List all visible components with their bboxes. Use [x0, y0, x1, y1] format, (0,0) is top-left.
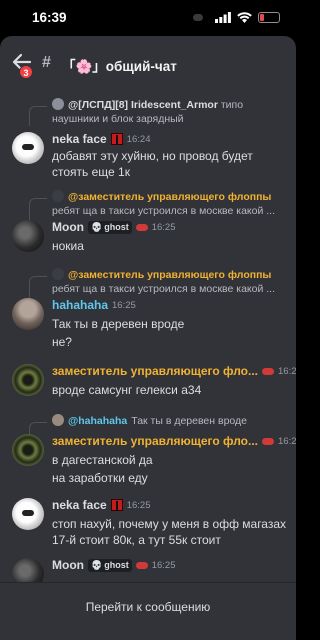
status-icons [193, 12, 280, 23]
timestamp: 16:25 [151, 221, 176, 233]
message-line: Так ты в деревен вроде [52, 317, 185, 331]
avatar[interactable] [12, 364, 44, 396]
message-line: стоп нахуй, почему у меня в офф магазах … [52, 517, 287, 547]
battery-icon [258, 12, 280, 23]
message-content: нокиа [52, 238, 288, 254]
reply-author: @заместитель управляющего флоппы [68, 269, 272, 281]
status-time: 16:39 [32, 10, 67, 25]
status-bar: 16:39 [0, 0, 296, 36]
message-content: стоп нахуй, почему у меня в офф магазах … [52, 516, 288, 548]
avatar[interactable] [12, 434, 44, 466]
message-line: вроде самсунг гелекси а34 [52, 383, 202, 397]
author-name[interactable]: Moon [52, 558, 84, 572]
message-content: Так ты в деревен вроде не? [52, 316, 288, 350]
server-tag[interactable]: 💀 ghost [88, 558, 132, 572]
skull-icon: 💀 [91, 559, 103, 570]
jump-to-message-button[interactable]: Перейти к сообщению [0, 600, 296, 614]
avatar[interactable] [12, 220, 44, 252]
message-line: нокиа [52, 239, 84, 253]
wifi-icon [237, 12, 252, 23]
reply-preview[interactable]: @заместитель управляющего флоппы ребят ща… [52, 190, 288, 218]
privacy-dot-icon [193, 14, 203, 21]
timestamp: 16:25 [278, 435, 296, 447]
author-row: заместитель управляющего фло... 16:25 [52, 434, 296, 448]
reply-spine [29, 198, 47, 220]
red-box-icon [110, 133, 123, 145]
author-row: neka face 16:25 [52, 498, 150, 512]
reply-avatar [52, 98, 64, 110]
reply-spine [29, 276, 47, 298]
skull-icon: 💀 [91, 221, 103, 232]
author-row: hahahaha 16:25 [52, 298, 136, 312]
reply-spine [29, 106, 47, 126]
avatar[interactable] [12, 132, 44, 164]
message-content: в дагестанской да на заработки еду [52, 452, 288, 486]
message-list[interactable]: @[ЛСПД][8] Iridescent_Armor типо наушник… [0, 92, 296, 582]
reply-avatar [52, 268, 64, 280]
author-name[interactable]: Moon [52, 220, 84, 234]
reply-author: @hahahaha [68, 415, 128, 427]
avatar[interactable] [12, 558, 44, 582]
lips-icon [262, 367, 275, 375]
jump-bar[interactable]: Перейти к сообщению [0, 582, 296, 640]
red-box-icon [110, 499, 123, 511]
reply-preview[interactable]: @заместитель управляющего флоппы ребят ща… [52, 268, 288, 296]
message-line: не? [52, 335, 72, 349]
lips-icon [262, 437, 275, 445]
author-name[interactable]: hahahaha [52, 298, 108, 312]
channel-hash-icon: # [42, 54, 51, 71]
lips-icon [135, 223, 148, 231]
message-line: на заработки еду [52, 471, 148, 485]
author-row: Moon 💀 ghost 16:25 [52, 558, 176, 572]
notification-badge: 3 [19, 65, 33, 79]
reply-avatar [52, 190, 64, 202]
message-line: в дагестанской да [52, 453, 153, 467]
server-tag-label: ghost [104, 222, 129, 232]
lips-icon [135, 561, 148, 569]
author-name[interactable]: заместитель управляющего фло... [52, 434, 258, 448]
avatar[interactable] [12, 298, 44, 330]
timestamp: 16:25 [112, 299, 136, 311]
channel-header: 3 # 「🌸」общий-чат [0, 36, 296, 92]
author-row: Moon 💀 ghost 16:25 [52, 220, 176, 234]
timestamp: 16:24 [126, 133, 151, 145]
timestamp: 16:25 [151, 559, 176, 571]
signal-icon [215, 12, 231, 23]
reply-text: Так ты в деревен вроде [131, 415, 247, 427]
author-row: neka face 16:24 [52, 132, 150, 146]
reply-author: @заместитель управляющего флоппы [68, 191, 272, 203]
channel-name[interactable]: 「🌸」общий-чат [62, 55, 177, 75]
reply-avatar [52, 414, 64, 426]
reply-preview[interactable]: @[ЛСПД][8] Iridescent_Armor типо наушник… [52, 98, 288, 126]
author-name[interactable]: neka face [52, 132, 107, 146]
reply-author: @[ЛСПД][8] Iridescent_Armor [68, 99, 218, 111]
server-tag-label: ghost [104, 560, 129, 570]
message-line: добавят эту хуйню, но провод будет стоят… [52, 149, 253, 179]
timestamp: 16:25 [126, 499, 151, 511]
message-content: вроде самсунг гелекси а34 [52, 382, 288, 398]
message-content: добавят эту хуйню, но провод будет стоят… [52, 148, 288, 180]
reply-preview[interactable]: @hahahaha Так ты в деревен вроде [52, 414, 247, 430]
author-row: заместитель управляющего фло... 16:25 [52, 364, 296, 378]
reply-text: ребят ща в такси устроился в москве како… [52, 204, 276, 217]
timestamp: 16:25 [278, 365, 296, 377]
thread-sheet: 3 # 「🌸」общий-чат @[ЛСПД][8] Iridescent_A… [0, 36, 296, 640]
server-tag[interactable]: 💀 ghost [88, 220, 132, 234]
avatar[interactable] [12, 498, 44, 530]
author-name[interactable]: neka face [52, 498, 107, 512]
reply-text: ребят ща в такси устроился в москве како… [52, 282, 276, 295]
author-name[interactable]: заместитель управляющего фло... [52, 364, 258, 378]
